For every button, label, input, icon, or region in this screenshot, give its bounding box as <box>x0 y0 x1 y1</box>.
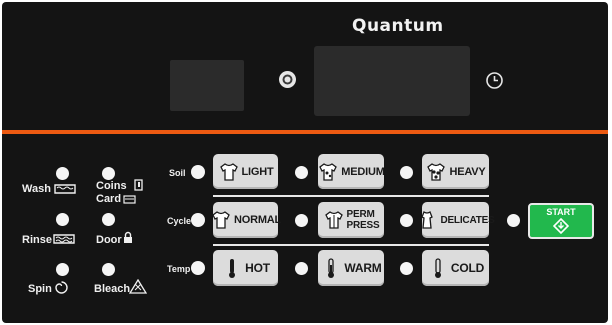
control-panel: Quantum Wash Coins Card Rinse Door Spin … <box>2 2 608 323</box>
temp-warm-button[interactable]: WARM <box>318 250 384 286</box>
card-icon <box>123 195 136 204</box>
wash-label: Wash <box>22 183 51 195</box>
bleach-label: Bleach <box>94 283 131 295</box>
temp-cold-led <box>400 262 413 275</box>
cycle-perm-press-button[interactable]: PERM PRESS <box>318 202 384 238</box>
temp-hot-label: HOT <box>245 261 270 275</box>
cycle-normal-button[interactable]: NORMAL <box>212 202 282 238</box>
shirt-icon <box>427 162 446 181</box>
spin-icon <box>55 281 68 294</box>
temp-hot-button[interactable]: HOT <box>213 250 278 286</box>
perm-line: PERM <box>346 209 375 220</box>
temp-warm-led <box>295 262 308 275</box>
wash-led <box>56 167 69 180</box>
door-lock-icon <box>124 231 132 243</box>
knob-icon[interactable] <box>279 71 296 88</box>
start-label: START <box>546 207 576 217</box>
temp-warm-label: WARM <box>344 261 382 275</box>
start-led <box>507 214 520 227</box>
wash-tub-icon <box>54 184 76 194</box>
temp-cold-button[interactable]: COLD <box>422 250 489 286</box>
soil-heavy-led <box>400 166 413 179</box>
soil-heavy-label: HEAVY <box>449 165 486 178</box>
thermometer-icon <box>328 258 335 278</box>
coins-card-led <box>102 167 115 180</box>
bleach-led <box>102 263 115 276</box>
spin-label: Spin <box>28 283 52 295</box>
start-button[interactable]: START <box>528 203 594 239</box>
door-label: Door <box>96 234 122 246</box>
soil-medium-led <box>295 166 308 179</box>
time-display <box>314 46 470 116</box>
card-label: Card <box>96 193 122 205</box>
coins-label: Coins <box>96 180 127 192</box>
brand-logo: Quantum <box>352 16 444 36</box>
coin-slot-icon <box>134 179 143 191</box>
rinse-led <box>56 213 69 226</box>
cycle-normal-label: NORMAL <box>233 214 282 226</box>
temp-row-label: Temp <box>167 264 191 274</box>
soil-row-label: Soil <box>169 168 186 178</box>
soil-medium-button[interactable]: MEDIUM <box>318 154 385 189</box>
shirt-icon <box>324 211 343 229</box>
shirt-icon <box>319 162 338 181</box>
shirt-icon <box>219 162 238 181</box>
soil-light-label: LIGHT <box>241 165 274 178</box>
small-display <box>170 60 244 111</box>
cycle-delicates-label: DELICATES <box>440 214 495 226</box>
row-divider <box>213 195 489 197</box>
soil-led <box>191 165 205 179</box>
shirt-icon <box>212 211 230 229</box>
rinse-tub-icon <box>53 234 75 244</box>
soil-medium-label: MEDIUM <box>341 165 385 178</box>
cycle-perm-led <box>295 214 308 227</box>
spin-led <box>56 263 69 276</box>
row-divider <box>213 244 489 246</box>
accent-stripe <box>2 130 608 134</box>
door-led <box>102 213 115 226</box>
bleach-triangle-icon <box>129 279 147 294</box>
clock-icon <box>485 71 504 90</box>
press-line: PRESS <box>346 220 380 231</box>
temp-cold-label: COLD <box>450 261 485 275</box>
thermometer-icon <box>434 258 441 278</box>
shirt-icon <box>421 211 434 229</box>
thermometer-icon <box>229 259 236 278</box>
cycle-led <box>191 213 205 227</box>
cycle-perm-press-label: PERM PRESS <box>347 209 380 231</box>
temp-led <box>191 261 205 275</box>
soil-light-button[interactable]: LIGHT <box>213 154 278 189</box>
cycle-row-label: Cycle <box>167 216 192 226</box>
cycle-delicates-button[interactable]: DELICATES <box>421 202 495 238</box>
cycle-delicates-led <box>400 214 413 227</box>
soil-heavy-button[interactable]: HEAVY <box>422 154 489 189</box>
rinse-label: Rinse <box>22 234 52 246</box>
start-diamond-icon <box>553 218 569 234</box>
